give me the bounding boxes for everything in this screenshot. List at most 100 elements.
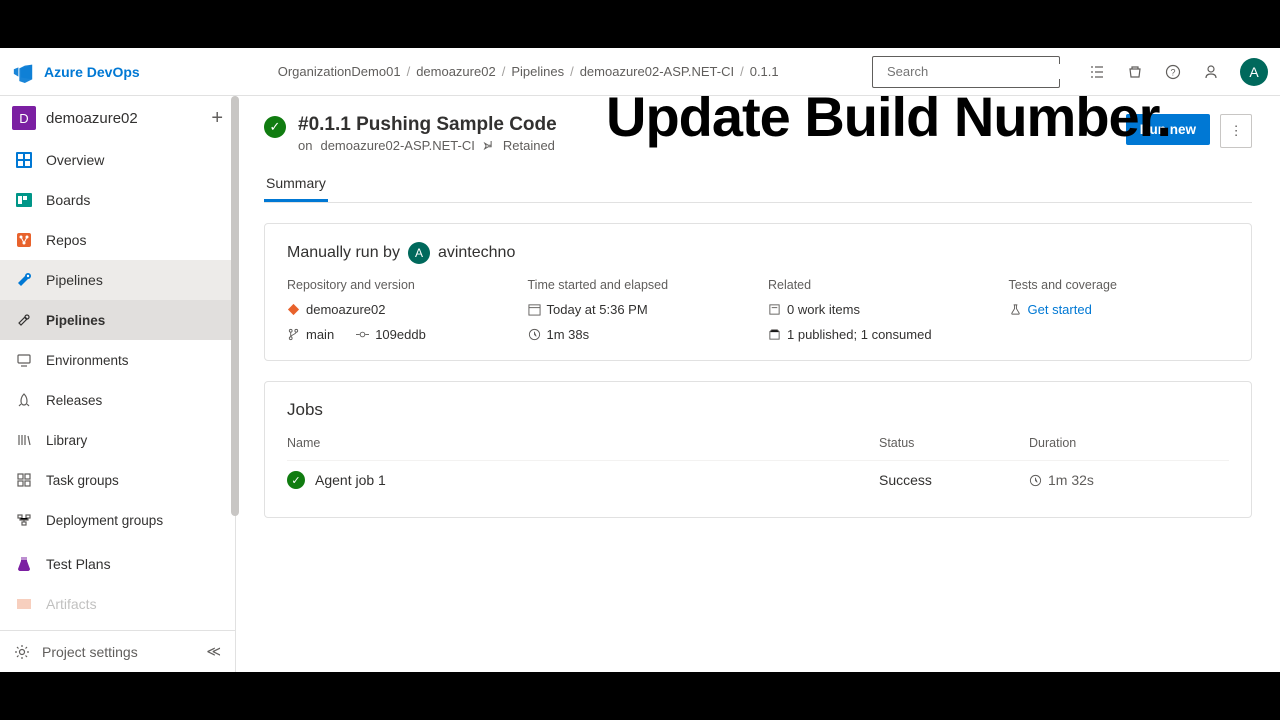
brand-logo[interactable]: Azure DevOps xyxy=(12,61,140,83)
sidebar-item-label: Repos xyxy=(46,232,86,248)
svg-text:?: ? xyxy=(1170,67,1175,77)
sidebar-item-artifacts[interactable]: Artifacts xyxy=(0,584,235,624)
sidebar: D demoazure02 + Overview Boards Repos xyxy=(0,96,236,672)
releases-icon xyxy=(14,390,34,410)
azure-devops-icon xyxy=(12,61,34,83)
pipeline-link[interactable]: demoazure02-ASP.NET-CI xyxy=(320,138,474,153)
main-content: Update Build Number. ✓ #0.1.1 Pushing Sa… xyxy=(236,96,1280,672)
boards-icon xyxy=(14,190,34,210)
sidebar-item-label: Pipelines xyxy=(46,272,103,288)
sidebar-item-pipelines[interactable]: Pipelines xyxy=(0,260,235,300)
search-input[interactable] xyxy=(887,64,1063,79)
library-icon xyxy=(14,430,34,450)
project-selector[interactable]: D demoazure02 + xyxy=(0,96,235,140)
breadcrumb-build[interactable]: 0.1.1 xyxy=(750,64,779,79)
collapse-icon[interactable]: ≪ xyxy=(206,643,221,660)
sidebar-item-label: Library xyxy=(46,433,87,448)
time-label: Time started and elapsed xyxy=(528,278,749,292)
deployment-icon xyxy=(14,510,34,530)
jobs-card: Jobs Name Status Duration ✓ Agent job 1 … xyxy=(264,381,1252,518)
calendar-icon xyxy=(528,303,541,316)
topbar: Azure DevOps OrganizationDemo01 / demoaz… xyxy=(0,48,1280,96)
user-settings-icon[interactable] xyxy=(1202,63,1220,81)
tests-label: Tests and coverage xyxy=(1009,278,1230,292)
marketplace-icon[interactable] xyxy=(1126,63,1144,81)
pin-icon xyxy=(483,140,495,152)
help-icon[interactable]: ? xyxy=(1164,63,1182,81)
col-duration: Duration xyxy=(1029,436,1229,450)
work-items[interactable]: 0 work items xyxy=(787,302,860,317)
commit-icon xyxy=(356,328,369,341)
breadcrumb-pipeline-name[interactable]: demoazure02-ASP.NET-CI xyxy=(580,64,734,79)
job-name: Agent job 1 xyxy=(315,472,386,488)
project-icon: D xyxy=(12,106,36,130)
col-status: Status xyxy=(879,436,1029,450)
pipelines-icon xyxy=(14,270,34,290)
sidebar-item-label: Boards xyxy=(46,192,90,208)
success-icon: ✓ xyxy=(264,116,286,138)
more-button[interactable]: ⋮ xyxy=(1220,114,1252,148)
overlay-caption: Update Build Number. xyxy=(606,96,1171,147)
flask-icon xyxy=(1009,303,1022,316)
breadcrumb-org[interactable]: OrganizationDemo01 xyxy=(278,64,401,79)
environments-icon xyxy=(14,350,34,370)
breadcrumb: OrganizationDemo01 / demoazure02 / Pipel… xyxy=(278,64,779,79)
tab-summary[interactable]: Summary xyxy=(264,167,328,202)
repos-icon xyxy=(14,230,34,250)
sidebar-item-label: Artifacts xyxy=(46,596,97,612)
sidebar-sub-pipelines[interactable]: Pipelines xyxy=(0,300,235,340)
elapsed: 1m 38s xyxy=(547,327,590,342)
ran-by-user[interactable]: avintechno xyxy=(438,244,515,262)
breadcrumb-project[interactable]: demoazure02 xyxy=(416,64,496,79)
sidebar-sub-library[interactable]: Library xyxy=(0,420,235,460)
success-icon: ✓ xyxy=(287,471,305,489)
testplans-icon xyxy=(14,554,34,574)
sidebar-item-label: Test Plans xyxy=(46,556,111,572)
job-duration: 1m 32s xyxy=(1048,472,1094,488)
artifacts-icon xyxy=(14,594,34,614)
sidebar-sub-taskgroups[interactable]: Task groups xyxy=(0,460,235,500)
sidebar-item-label: Task groups xyxy=(46,473,119,488)
overview-icon xyxy=(14,150,34,170)
job-row[interactable]: ✓ Agent job 1 Success 1m 32s xyxy=(287,460,1229,499)
repo-name[interactable]: demoazure02 xyxy=(306,302,386,317)
clock-icon xyxy=(528,328,541,341)
project-name: demoazure02 xyxy=(46,110,201,127)
commit-hash[interactable]: 109eddb xyxy=(375,327,426,342)
sidebar-item-overview[interactable]: Overview xyxy=(0,140,235,180)
retained-label: Retained xyxy=(503,138,555,153)
taskgroups-icon xyxy=(14,470,34,490)
search-box[interactable] xyxy=(872,56,1060,88)
col-name: Name xyxy=(287,436,879,450)
breadcrumb-pipelines[interactable]: Pipelines xyxy=(511,64,564,79)
sidebar-item-testplans[interactable]: Test Plans xyxy=(0,544,235,584)
sidebar-item-boards[interactable]: Boards xyxy=(0,180,235,220)
time-started: Today at 5:36 PM xyxy=(547,302,648,317)
branch-icon xyxy=(287,328,300,341)
tabs: Summary xyxy=(264,167,1252,203)
repo-icon xyxy=(287,303,300,316)
sidebar-item-label: Overview xyxy=(46,152,104,168)
artifacts-icon xyxy=(768,328,781,341)
sidebar-item-repos[interactable]: Repos xyxy=(0,220,235,260)
add-button[interactable]: + xyxy=(211,108,223,128)
related-label: Related xyxy=(768,278,989,292)
avatar[interactable]: A xyxy=(1240,58,1268,86)
user-avatar: A xyxy=(408,242,430,264)
sidebar-item-label: Releases xyxy=(46,393,102,408)
sidebar-item-label: Environments xyxy=(46,353,129,368)
jobs-title: Jobs xyxy=(287,400,1229,420)
list-icon[interactable] xyxy=(1088,63,1106,81)
workitems-icon xyxy=(768,303,781,316)
summary-card: Manually run by A avintechno Repository … xyxy=(264,223,1252,361)
job-status: Success xyxy=(879,472,1029,488)
branch-name[interactable]: main xyxy=(306,327,334,342)
rocket-icon xyxy=(14,310,34,330)
artifacts-text[interactable]: 1 published; 1 consumed xyxy=(787,327,932,342)
sidebar-sub-releases[interactable]: Releases xyxy=(0,380,235,420)
sidebar-sub-environments[interactable]: Environments xyxy=(0,340,235,380)
sidebar-item-label: Pipelines xyxy=(46,313,105,328)
project-settings[interactable]: Project settings ≪ xyxy=(0,630,235,672)
tests-link[interactable]: Get started xyxy=(1028,302,1092,317)
sidebar-sub-deployment[interactable]: Deployment groups xyxy=(0,500,235,540)
